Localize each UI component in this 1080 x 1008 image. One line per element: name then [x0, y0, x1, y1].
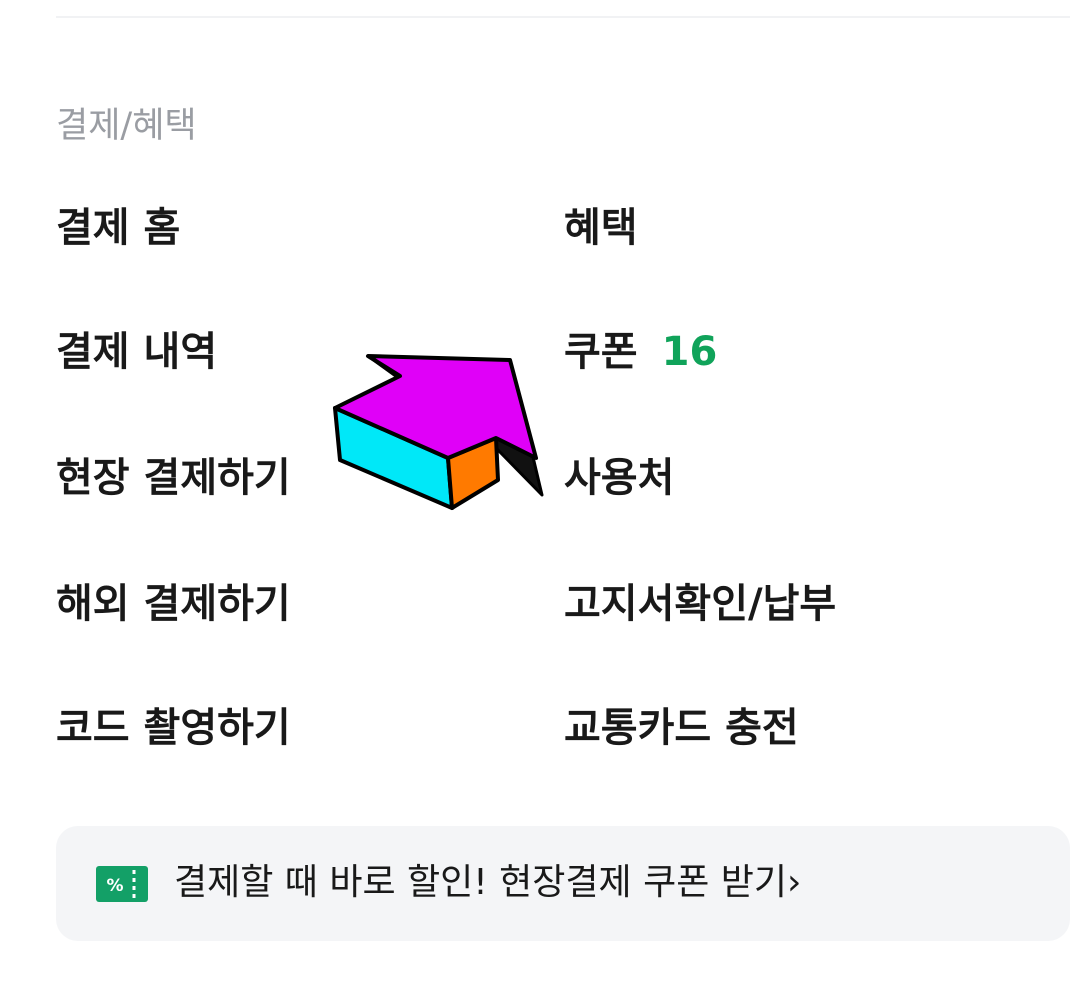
coupon-banner[interactable]: % 결제할 때 바로 할인! 현장결제 쿠폰 받기›: [56, 826, 1070, 941]
section-title: 결제/혜택: [56, 106, 197, 146]
arrow-cursor-icon: [330, 350, 550, 520]
menu-benefits[interactable]: 혜택: [564, 202, 638, 254]
menu-payment-home[interactable]: 결제 홈: [56, 202, 180, 254]
menu-label: 고지서확인/납부: [564, 581, 837, 627]
menu-payment-history[interactable]: 결제 내역: [56, 326, 217, 378]
coupon-count-badge: 16: [661, 329, 718, 375]
chevron-right-icon: ›: [787, 862, 802, 903]
payment-benefits-panel: 결제/혜택 결제 홈 결제 내역 현장 결제하기 해외 결제하기 코드 촬영하기…: [0, 0, 1080, 1008]
menu-label: 교통카드 충전: [564, 705, 799, 751]
menu-transit-card-charge[interactable]: 교통카드 충전: [564, 702, 799, 754]
menu-label: 해외 결제하기: [56, 581, 291, 627]
menu-overseas-payment[interactable]: 해외 결제하기: [56, 578, 291, 630]
menu-label: 결제 내역: [56, 329, 218, 375]
menu-coupons[interactable]: 쿠폰 16: [564, 326, 717, 378]
menu-label: 혜택: [564, 205, 638, 251]
menu-scan-code[interactable]: 코드 촬영하기: [56, 702, 291, 754]
menu-label: 결제 홈: [56, 205, 181, 251]
banner-message: 결제할 때 바로 할인! 현장결제 쿠폰 받기: [174, 862, 788, 903]
menu-label: 쿠폰: [564, 329, 638, 375]
menu-label: 사용처: [564, 455, 675, 501]
menu-label: 코드 촬영하기: [56, 705, 291, 751]
coupon-percent-icon: %: [96, 866, 148, 902]
menu-onsite-payment[interactable]: 현장 결제하기: [56, 452, 291, 504]
menu-label: 현장 결제하기: [56, 455, 291, 501]
banner-text: 결제할 때 바로 할인! 현장결제 쿠폰 받기›: [174, 858, 801, 908]
menu-bill-payment[interactable]: 고지서확인/납부: [564, 578, 836, 630]
menu-merchants[interactable]: 사용처: [564, 452, 674, 504]
top-divider: [56, 16, 1070, 18]
svg-text:%: %: [106, 876, 123, 896]
